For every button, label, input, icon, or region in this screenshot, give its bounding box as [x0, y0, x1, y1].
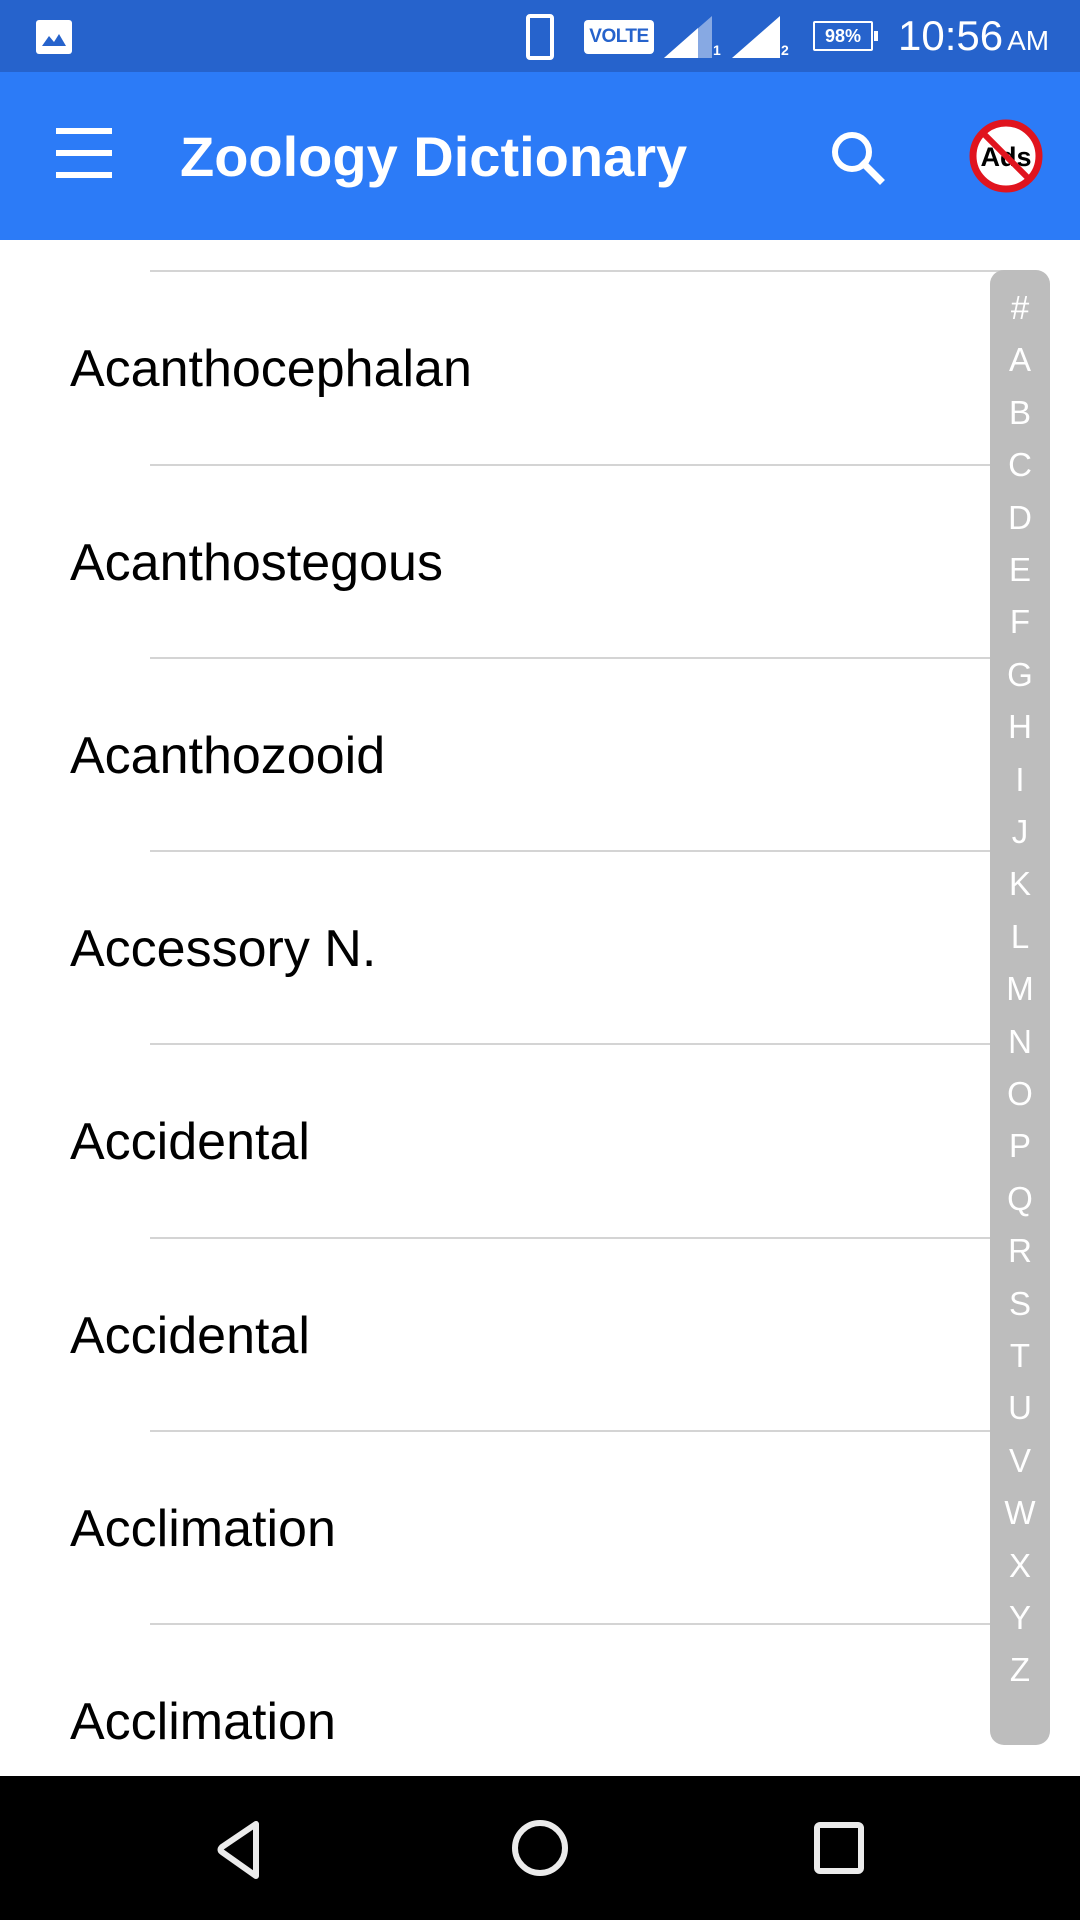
screen: VOLTE 1 2 98% 10:56 AM Zoology Dictionary — [0, 0, 1080, 1920]
index-letter[interactable]: S — [990, 1284, 1050, 1324]
back-triangle-icon — [217, 1821, 259, 1879]
index-letter[interactable]: # — [990, 288, 1050, 328]
list-item[interactable]: Acanthozooid — [0, 659, 1000, 852]
index-letter[interactable]: M — [990, 969, 1050, 1009]
word-label: Acanthostegous — [70, 533, 443, 592]
home-circle-icon — [512, 1820, 568, 1876]
remove-ads-button[interactable]: Ads — [966, 116, 1046, 196]
signal-sim2-icon — [732, 16, 780, 58]
alphabet-index[interactable]: # A B C D E F G H I J K L M N O P Q R S T U V W X Y Z — [990, 270, 1050, 1745]
index-letter[interactable]: J — [990, 812, 1050, 852]
search-icon — [832, 132, 885, 185]
list-item[interactable]: Accidental — [0, 1045, 1000, 1238]
index-letter[interactable]: R — [990, 1231, 1050, 1271]
clock: 10:56 AM — [898, 12, 1049, 60]
index-letter[interactable]: T — [990, 1336, 1050, 1376]
index-letter[interactable]: V — [990, 1441, 1050, 1481]
menu-line — [56, 150, 112, 156]
list-item[interactable]: Acclimation — [0, 1432, 1000, 1625]
index-letter[interactable]: I — [990, 760, 1050, 800]
index-letter[interactable]: C — [990, 445, 1050, 485]
word-list[interactable]: Acanthocephalan Acanthostegous Acanthozo… — [0, 240, 1080, 1776]
signal-sim1-icon — [664, 16, 712, 58]
menu-line — [56, 128, 112, 134]
index-letter[interactable]: W — [990, 1493, 1050, 1533]
list-item[interactable]: Acanthocephalan — [0, 272, 1000, 465]
list-item[interactable]: Acclimation — [0, 1625, 1000, 1776]
volte-badge: VOLTE — [584, 20, 654, 54]
index-letter[interactable]: G — [990, 655, 1050, 695]
home-button[interactable] — [485, 1796, 595, 1900]
list-item[interactable]: Acanthostegous — [0, 466, 1000, 659]
list-item[interactable]: Accessory N. — [0, 852, 1000, 1045]
word-label: Accidental — [70, 1112, 310, 1171]
app-title: Zoology Dictionary — [180, 125, 688, 188]
word-label: Accidental — [70, 1306, 310, 1365]
recents-button[interactable] — [785, 1796, 895, 1900]
clock-time: 10:56 — [898, 12, 1004, 59]
word-label: Accessory N. — [70, 919, 377, 978]
word-label: Acanthocephalan — [70, 339, 472, 398]
index-letter[interactable]: N — [990, 1022, 1050, 1062]
index-letter[interactable]: L — [990, 917, 1050, 957]
word-label: Acclimation — [70, 1499, 336, 1558]
hamburger-menu-icon[interactable] — [40, 122, 130, 192]
word-label: Acanthozooid — [70, 726, 386, 785]
sim1-label: 1 — [713, 42, 721, 58]
recents-square-icon — [814, 1822, 864, 1874]
index-letter[interactable]: F — [990, 602, 1050, 642]
sim2-label: 2 — [781, 42, 789, 58]
index-letter[interactable]: Q — [990, 1179, 1050, 1219]
index-letter[interactable]: K — [990, 864, 1050, 904]
no-ads-icon: Ads — [969, 119, 1043, 193]
word-label: Acclimation — [70, 1692, 336, 1751]
list-item[interactable]: Accidental — [0, 1239, 1000, 1432]
index-letter[interactable]: A — [990, 340, 1050, 380]
index-letter[interactable]: Z — [990, 1650, 1050, 1690]
index-letter[interactable]: D — [990, 498, 1050, 538]
index-letter[interactable]: Y — [990, 1598, 1050, 1638]
back-button[interactable] — [186, 1796, 296, 1900]
index-letter[interactable]: O — [990, 1074, 1050, 1114]
clock-ampm: AM — [1007, 25, 1050, 56]
phone-icon — [526, 14, 554, 60]
status-bar: VOLTE 1 2 98% 10:56 AM — [0, 0, 1080, 72]
index-letter[interactable]: P — [990, 1126, 1050, 1166]
index-letter[interactable]: B — [990, 393, 1050, 433]
index-letter[interactable]: X — [990, 1546, 1050, 1586]
battery-indicator: 98% — [813, 21, 878, 51]
app-bar: Zoology Dictionary Ads — [0, 72, 1080, 240]
search-button[interactable] — [820, 120, 896, 196]
index-letter[interactable]: H — [990, 707, 1050, 747]
image-gallery-icon — [36, 20, 72, 54]
navigation-bar — [0, 1776, 1080, 1920]
index-letter[interactable]: E — [990, 550, 1050, 590]
index-letter[interactable]: U — [990, 1388, 1050, 1428]
menu-line — [56, 172, 112, 178]
